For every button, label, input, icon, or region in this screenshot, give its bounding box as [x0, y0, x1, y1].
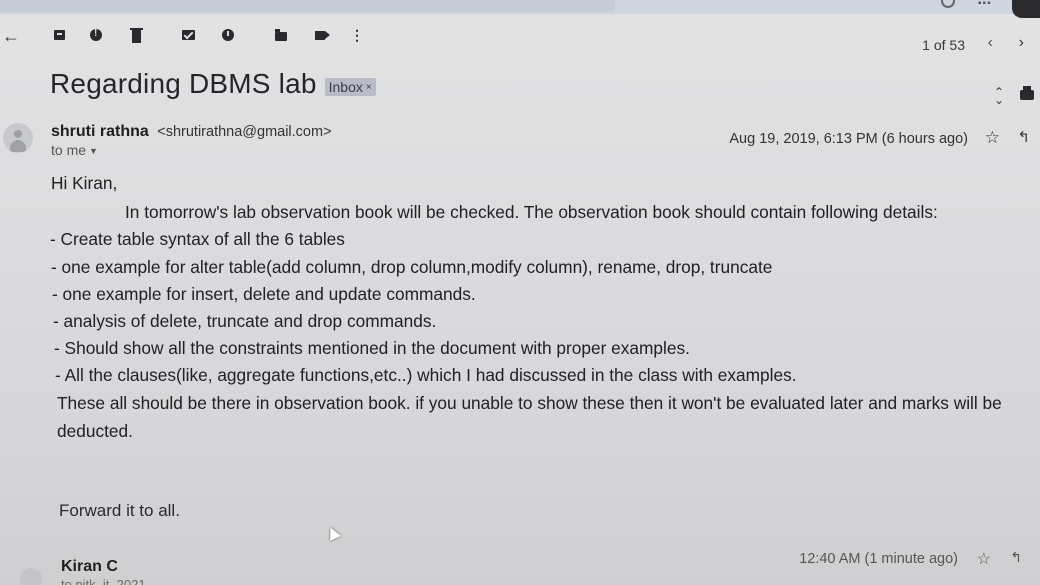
close-icon[interactable]: × — [366, 82, 372, 93]
list-item: - All the clauses(like, aggregate functi… — [55, 365, 797, 385]
mouse-cursor-icon — [325, 525, 341, 541]
apps-grid-icon[interactable]: ▪▪▪ — [978, 0, 992, 9]
reply-icon[interactable]: ↰ — [1017, 128, 1030, 146]
chevron-left-icon[interactable]: ‹ — [988, 34, 993, 52]
delete-icon[interactable] — [129, 27, 143, 43]
sender-avatar — [3, 123, 33, 153]
message-date: Aug 19, 2019, 6:13 PM (6 hours ago) — [729, 131, 968, 147]
list-item: - Should show all the constraints mentio… — [54, 338, 690, 358]
archive-icon[interactable] — [52, 28, 66, 42]
chevron-right-icon[interactable]: › — [1019, 34, 1024, 52]
arrow-left-icon[interactable]: ← — [2, 26, 20, 47]
top-bar: ▪▪▪ — [0, 0, 1040, 18]
reply-recipient[interactable]: to nitk_it_2021 — [61, 577, 146, 585]
recipient-details[interactable]: to me ▼ — [51, 142, 98, 158]
list-item: - analysis of delete, truncate and drop … — [53, 311, 437, 331]
sender-name[interactable]: shruti rathna — [51, 123, 149, 140]
expand-all-icon[interactable]: ⌃ ⌄ — [994, 86, 1004, 106]
more-icon[interactable]: ⋮ — [350, 28, 364, 42]
closing-line-end: deducted. — [57, 421, 133, 441]
labels-icon[interactable] — [313, 28, 330, 42]
sender-email: <shrutirathna@gmail.com> — [157, 124, 332, 140]
reply-star-icon[interactable]: ☆ — [977, 549, 991, 569]
reply-avatar — [20, 568, 42, 585]
subject-row: Regarding DBMS lab Inbox × — [50, 68, 376, 100]
star-icon[interactable]: ☆ — [985, 128, 1000, 148]
reply-sender-name[interactable]: Kiran C — [61, 558, 118, 576]
closing-line: These all should be there in observation… — [57, 393, 1002, 413]
search-bar[interactable] — [0, 0, 615, 12]
list-item: - one example for insert, delete and upd… — [52, 284, 476, 304]
message-toolbar: ← ⋮ 1 of 53 ‹ › — [0, 20, 1040, 60]
greeting: Hi Kiran, — [51, 173, 118, 193]
move-to-icon[interactable] — [274, 28, 288, 42]
account-avatar[interactable] — [1012, 0, 1040, 18]
reply-reply-icon[interactable]: ↰ — [1010, 549, 1022, 566]
email-subject: Regarding DBMS lab — [50, 68, 317, 99]
help-icon[interactable] — [941, 0, 955, 8]
gmail-page: ▪▪▪ ← ⋮ 1 of 53 ‹ › Regarding DBMS lab I… — [0, 0, 1040, 585]
print-icon[interactable] — [1020, 86, 1034, 100]
report-spam-icon[interactable] — [89, 27, 103, 42]
list-item: - Create table syntax of all the 6 table… — [50, 229, 345, 249]
inbox-label-chip[interactable]: Inbox × — [324, 78, 376, 96]
to-text: to me — [51, 142, 87, 158]
snooze-icon[interactable] — [221, 28, 235, 42]
list-item: - one example for alter table(add column… — [51, 257, 773, 277]
chevron-down-icon[interactable]: ▼ — [89, 146, 98, 156]
mark-unread-icon[interactable] — [181, 28, 195, 42]
pager-count: 1 of 53 — [922, 37, 965, 53]
intro-paragraph: In tomorrow's lab observation book will … — [125, 202, 938, 222]
sender-line: shruti rathna <shrutirathna@gmail.com> — [51, 123, 332, 141]
forward-note: Forward it to all. — [59, 501, 180, 520]
reply-date: 12:40 AM (1 minute ago) — [799, 551, 958, 567]
inbox-label-text: Inbox — [328, 79, 363, 95]
